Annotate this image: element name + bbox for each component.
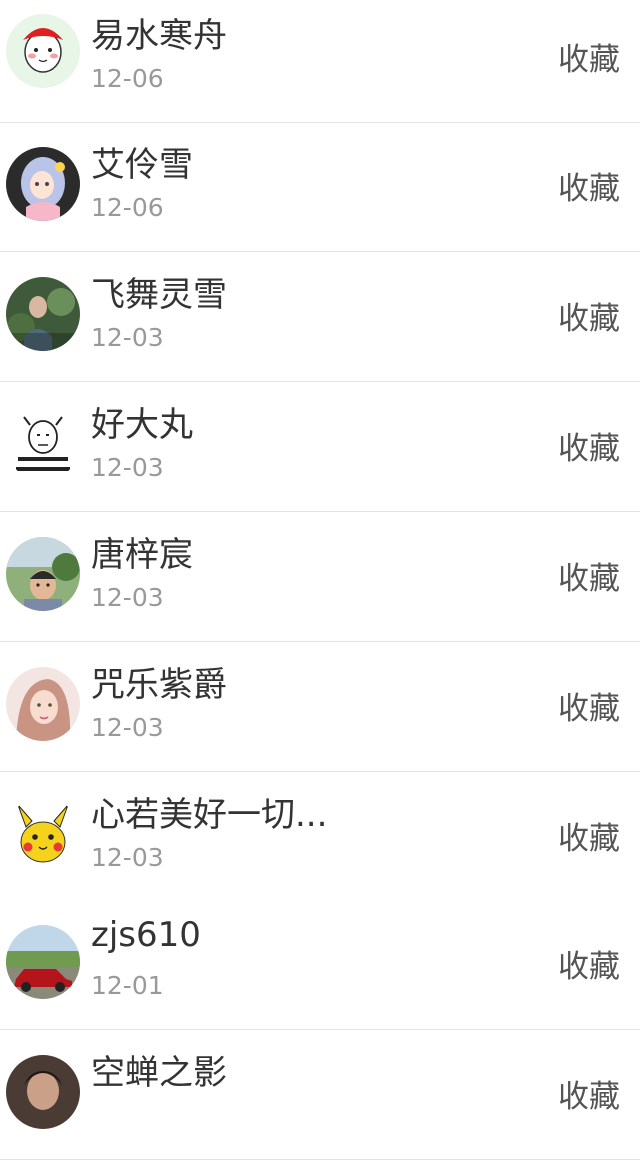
- anime-girl-icon[interactable]: [6, 147, 80, 221]
- list-item[interactable]: 飞舞灵雪 12-03 收藏: [0, 253, 640, 382]
- user-name: 飞舞灵雪: [91, 275, 227, 315]
- favorite-button[interactable]: 收藏: [558, 34, 620, 79]
- woman-portrait-icon[interactable]: [6, 667, 80, 741]
- post-date: 12-03: [91, 583, 164, 612]
- list-item[interactable]: 空蝉之影 收藏: [0, 1031, 640, 1160]
- favorite-button[interactable]: 收藏: [558, 293, 620, 338]
- list-item[interactable]: 心若美好一切... 12-03 收藏: [0, 773, 640, 902]
- list-item[interactable]: 艾伶雪 12-06 收藏: [0, 123, 640, 252]
- user-name: 好大丸: [91, 405, 193, 445]
- post-date: 12-03: [91, 713, 164, 742]
- user-name: 易水寒舟: [91, 16, 227, 56]
- list-item[interactable]: 咒乐紫爵 12-03 收藏: [0, 643, 640, 772]
- favorite-button[interactable]: 收藏: [558, 1071, 620, 1116]
- list-item[interactable]: 易水寒舟 12-06 收藏: [0, 0, 640, 123]
- post-date: 12-03: [91, 453, 164, 482]
- pikachu-icon[interactable]: [6, 797, 80, 871]
- list-item[interactable]: zjs610 12-01 收藏: [0, 901, 640, 1030]
- user-name: zjs610: [91, 915, 201, 955]
- post-date: 12-03: [91, 843, 164, 872]
- list-item[interactable]: 唐梓宸 12-03 收藏: [0, 513, 640, 642]
- user-name: 心若美好一切...: [91, 795, 328, 835]
- user-name: 咒乐紫爵: [91, 665, 227, 705]
- favorite-button[interactable]: 收藏: [558, 941, 620, 986]
- user-name: 艾伶雪: [91, 145, 193, 185]
- favorite-button[interactable]: 收藏: [558, 423, 620, 468]
- cartoon-face-icon[interactable]: [6, 14, 80, 88]
- child-photo-icon[interactable]: [6, 537, 80, 611]
- meme-face-icon[interactable]: [6, 407, 80, 481]
- user-name: 唐梓宸: [91, 535, 193, 575]
- post-date: 12-03: [91, 323, 164, 352]
- photo-person-plants-icon[interactable]: [6, 277, 80, 351]
- post-date: 12-01: [91, 971, 164, 1000]
- list-item[interactable]: 好大丸 12-03 收藏: [0, 383, 640, 512]
- favorite-button[interactable]: 收藏: [558, 683, 620, 728]
- favorite-button[interactable]: 收藏: [558, 553, 620, 598]
- favorite-button[interactable]: 收藏: [558, 813, 620, 858]
- post-date: 12-06: [91, 193, 164, 222]
- post-date: 12-06: [91, 64, 164, 93]
- favorite-button[interactable]: 收藏: [558, 163, 620, 208]
- car-landscape-icon[interactable]: [6, 925, 80, 999]
- user-name: 空蝉之影: [91, 1053, 227, 1093]
- dark-portrait-icon[interactable]: [6, 1055, 80, 1129]
